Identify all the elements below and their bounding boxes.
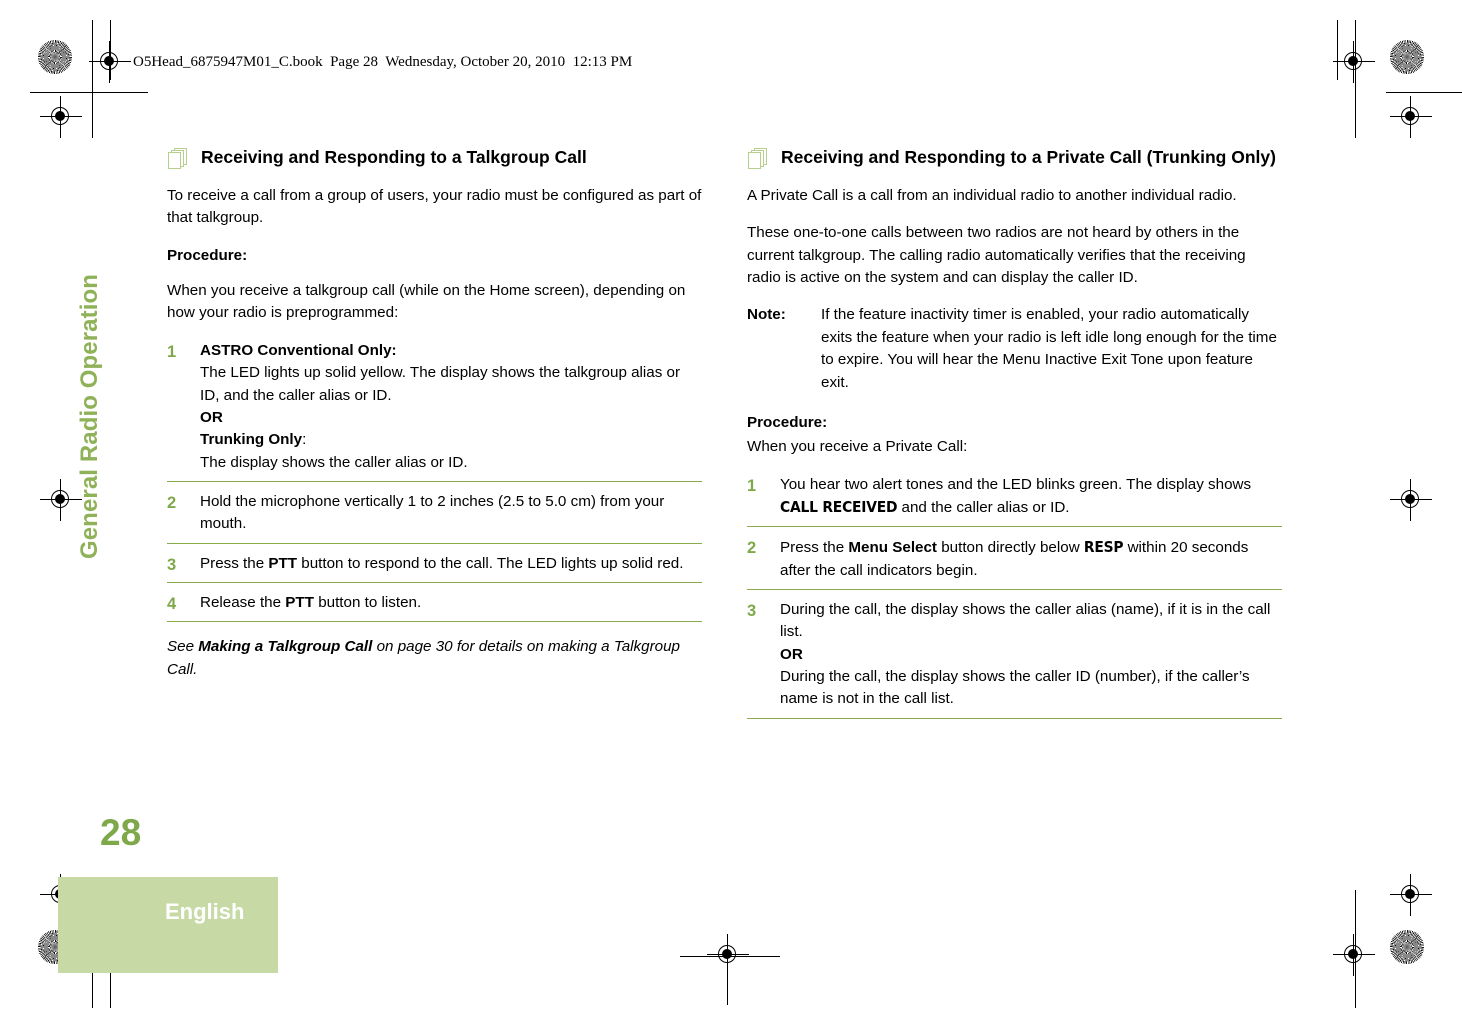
left-step-list: ASTRO Conventional Only: The LED lights … <box>167 340 702 623</box>
left-step-3-post: button to respond to the call. The LED l… <box>297 554 684 572</box>
registration-mark-top-left <box>89 41 131 83</box>
right-step-2: Press the Menu Select button directly be… <box>747 536 1282 590</box>
right-step-list: You hear two alert tones and the LED bli… <box>747 474 1282 719</box>
right-step-1: You hear two alert tones and the LED bli… <box>747 474 1282 528</box>
left-step-3: Press the PTT button to respond to the c… <box>167 553 702 583</box>
right-step-1-pre: You hear two alert tones and the LED bli… <box>780 475 1252 493</box>
trim-line-left-outer <box>92 20 93 138</box>
stacked-pages-icon <box>747 148 769 170</box>
right-section-heading: Receiving and Responding to a Private Ca… <box>747 146 1282 169</box>
left-step-2: Hold the microphone vertically 1 to 2 in… <box>167 491 702 544</box>
registration-mark-middle-right <box>1390 479 1432 521</box>
registration-mark-upper-right-corner <box>1390 96 1432 138</box>
right-section-heading-line2: (Trunking Only) <box>1146 147 1276 167</box>
right-step-3-line2: During the call, the display shows the c… <box>780 667 1250 708</box>
trim-line-right-outer <box>1355 20 1356 138</box>
right-column: Receiving and Responding to a Private Ca… <box>747 146 1282 733</box>
language-label: English <box>165 899 245 924</box>
note-text: If the feature inactivity timer is enabl… <box>821 306 1277 391</box>
registration-mark-upper-left-corner <box>40 96 82 138</box>
right-paragraph-1: A Private Call is a call from an individ… <box>747 187 1237 205</box>
note-block: Note: If the feature inactivity timer is… <box>747 304 1282 393</box>
note-label: Note: <box>747 306 786 324</box>
right-section-heading-line1: Receiving and Responding to a Private Ca… <box>781 147 1142 167</box>
left-step-1-line1: The LED lights up solid yellow. The disp… <box>200 364 681 404</box>
left-step-1-or: OR <box>200 408 223 426</box>
left-intro-paragraph: To receive a call from a group of users,… <box>167 187 702 227</box>
right-paragraph-2: These one-to-one calls between two radio… <box>747 224 1246 287</box>
left-column: Receiving and Responding to a Talkgroup … <box>167 146 702 681</box>
registration-mark-middle-left <box>40 479 82 521</box>
left-step-1-lead: ASTRO Conventional Only: <box>200 341 397 359</box>
rosette-mark-top-left <box>38 40 72 74</box>
trim-line-top-left <box>30 92 148 93</box>
right-procedure-intro: When you receive a Private Call: <box>747 438 968 456</box>
left-step-3-pre: Press the <box>200 554 269 572</box>
page-number: 28 <box>100 812 142 853</box>
right-step-3-line1: During the call, the display shows the c… <box>780 600 1271 641</box>
left-procedure-label: Procedure: <box>167 246 248 264</box>
right-step-2-pre: Press the <box>780 539 849 557</box>
left-section-heading: Receiving and Responding to a Talkgroup … <box>167 146 702 169</box>
left-step-1: ASTRO Conventional Only: The LED lights … <box>167 340 702 482</box>
left-step-4-post: button to listen. <box>313 593 422 611</box>
book-file-header: O5Head_6875947M01_C.book Page 28 Wednesd… <box>133 54 633 70</box>
right-step-2-bold: Menu Select <box>848 539 937 557</box>
left-section-heading-text: Receiving and Responding to a Talkgroup … <box>201 147 587 167</box>
trim-line-top-right <box>1386 92 1462 93</box>
right-step-3: During the call, the display shows the c… <box>747 599 1282 719</box>
registration-mark-top-right <box>1333 41 1375 83</box>
rosette-mark-top-right <box>1390 40 1424 74</box>
left-step-1-line2: The display shows the caller alias or ID… <box>200 453 468 471</box>
left-step-4: Release the PTT button to listen. <box>167 592 702 623</box>
left-step-4-bold: PTT <box>285 593 314 611</box>
right-step-2-mid: button directly below <box>937 539 1084 557</box>
left-procedure-intro: When you receive a talkgroup call (while… <box>167 282 686 322</box>
rosette-mark-bottom-right <box>1390 930 1424 964</box>
right-procedure-label: Procedure: <box>747 413 828 431</box>
right-step-2-display-text: RESP <box>1083 538 1124 557</box>
left-step-4-pre: Release the <box>200 593 286 611</box>
registration-mark-lower-right <box>1390 874 1432 916</box>
left-see-also: See Making a Talkgroup Call on page 30 f… <box>167 638 680 678</box>
left-step-3-bold: PTT <box>268 554 298 572</box>
stacked-pages-icon <box>167 148 189 170</box>
right-step-1-display-text: CALL RECEIVED <box>780 497 898 516</box>
registration-mark-bottom-right <box>1333 934 1375 976</box>
language-tab: English <box>58 877 278 973</box>
registration-mark-bottom-center <box>707 934 749 976</box>
right-step-1-post: and the caller alias or ID. <box>897 498 1070 516</box>
left-step-1-lead2: Trunking Only: <box>200 431 307 449</box>
chapter-title-vertical: General Radio Operation <box>76 274 103 560</box>
right-step-3-or: OR <box>780 645 803 663</box>
left-step-2-text: Hold the microphone vertically 1 to 2 in… <box>200 492 665 533</box>
